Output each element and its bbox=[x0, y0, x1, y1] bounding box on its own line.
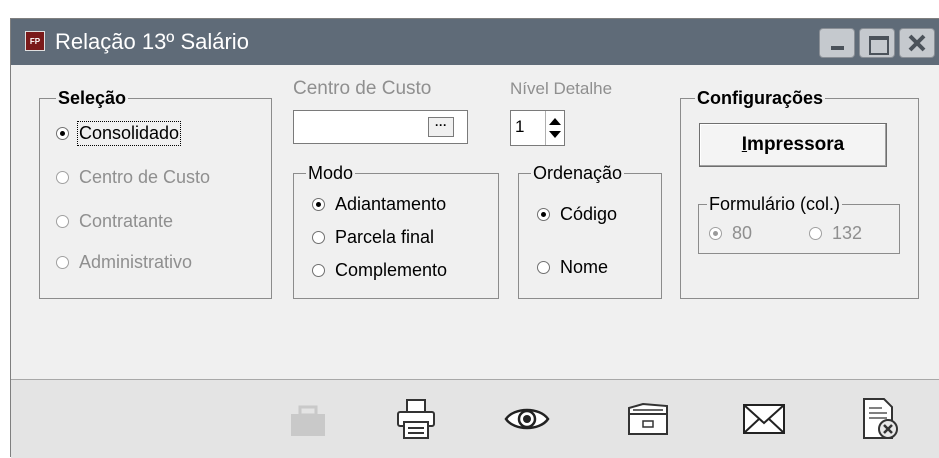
radio-label: Código bbox=[560, 203, 618, 224]
app-icon: FP bbox=[25, 31, 45, 51]
maximize-button[interactable] bbox=[859, 28, 895, 58]
minimize-button[interactable] bbox=[819, 28, 855, 58]
spinner-arrows-icon[interactable] bbox=[545, 111, 564, 145]
radio-indicator bbox=[709, 226, 722, 240]
document-close-icon[interactable] bbox=[854, 394, 904, 444]
formulario-legend: Formulário (col.) bbox=[707, 194, 843, 214]
radio-label: Administrativo bbox=[79, 251, 193, 272]
maximize-icon bbox=[869, 36, 889, 55]
radio-label: Adiantamento bbox=[335, 193, 447, 214]
radio-80[interactable]: 80 bbox=[709, 222, 752, 244]
radio-indicator bbox=[809, 226, 822, 240]
radio-contratante[interactable]: Contratante bbox=[56, 210, 173, 232]
nivel-detalhe-label: Nível Detalhe bbox=[510, 79, 613, 98]
radio-indicator bbox=[56, 255, 69, 269]
radio-indicator bbox=[537, 207, 550, 221]
folder-icon[interactable] bbox=[623, 394, 673, 444]
printer-icon[interactable] bbox=[391, 394, 441, 444]
radio-indicator bbox=[56, 214, 69, 228]
title-bar[interactable]: FP Relação 13º Salário bbox=[11, 19, 939, 65]
ordenacao-legend: Ordenação bbox=[531, 163, 625, 183]
radio-label: Parcela final bbox=[335, 226, 435, 247]
radio-consolidado[interactable]: Consolidado bbox=[56, 120, 182, 146]
nivel-detalhe-value: 1 bbox=[515, 117, 525, 136]
radio-adiantamento[interactable]: Adiantamento bbox=[312, 193, 446, 215]
formulario-group: Formulário (col.) 80 132 bbox=[698, 194, 900, 254]
selecao-legend: Seleção bbox=[56, 88, 129, 108]
radio-centro-de-custo[interactable]: Centro de Custo bbox=[56, 166, 210, 188]
bottom-toolbar bbox=[11, 379, 939, 458]
radio-nome[interactable]: Nome bbox=[537, 256, 608, 278]
centro-custo-label: Centro de Custo bbox=[293, 78, 432, 99]
close-icon bbox=[908, 34, 926, 52]
report-window: FP Relação 13º Salário Seleção Consolida… bbox=[10, 18, 939, 458]
radio-label: Centro de Custo bbox=[79, 166, 211, 187]
configuracoes-legend: Configurações bbox=[695, 88, 826, 108]
window-title: Relação 13º Salário bbox=[55, 29, 249, 54]
impressora-button[interactable]: Impressora bbox=[699, 123, 887, 167]
radio-indicator bbox=[56, 126, 69, 140]
radio-label: Consolidado bbox=[76, 120, 182, 146]
radio-label: Complemento bbox=[335, 259, 448, 280]
impressora-label: mpressora bbox=[747, 134, 845, 155]
ordenacao-group: Ordenação Código Nome bbox=[518, 163, 662, 299]
radio-indicator bbox=[312, 197, 325, 211]
close-button[interactable] bbox=[899, 28, 935, 58]
radio-132[interactable]: 132 bbox=[809, 222, 862, 244]
minimize-icon bbox=[831, 46, 844, 50]
radio-label: Contratante bbox=[79, 210, 174, 231]
modo-legend: Modo bbox=[306, 163, 356, 183]
centro-custo-browse-button[interactable]: ··· bbox=[428, 117, 454, 137]
radio-label: 132 bbox=[832, 222, 863, 243]
radio-complemento[interactable]: Complemento bbox=[312, 259, 447, 281]
radio-indicator bbox=[312, 263, 325, 277]
modo-group: Modo Adiantamento Parcela final Compleme… bbox=[293, 163, 499, 299]
radio-label: 80 bbox=[732, 222, 753, 243]
radio-indicator bbox=[537, 260, 550, 274]
radio-indicator bbox=[56, 170, 69, 184]
eye-icon[interactable] bbox=[502, 394, 552, 444]
selecao-group: Seleção Consolidado Centro de Custo Cont… bbox=[39, 88, 272, 299]
radio-codigo[interactable]: Código bbox=[537, 203, 617, 225]
radio-administrativo[interactable]: Administrativo bbox=[56, 251, 192, 273]
radio-parcela-final[interactable]: Parcela final bbox=[312, 226, 434, 248]
envelope-icon[interactable] bbox=[739, 394, 789, 444]
briefcase-icon bbox=[291, 405, 325, 436]
radio-label: Nome bbox=[560, 256, 609, 277]
radio-indicator bbox=[312, 230, 325, 244]
nivel-detalhe-spinner[interactable]: 1 bbox=[510, 110, 565, 146]
